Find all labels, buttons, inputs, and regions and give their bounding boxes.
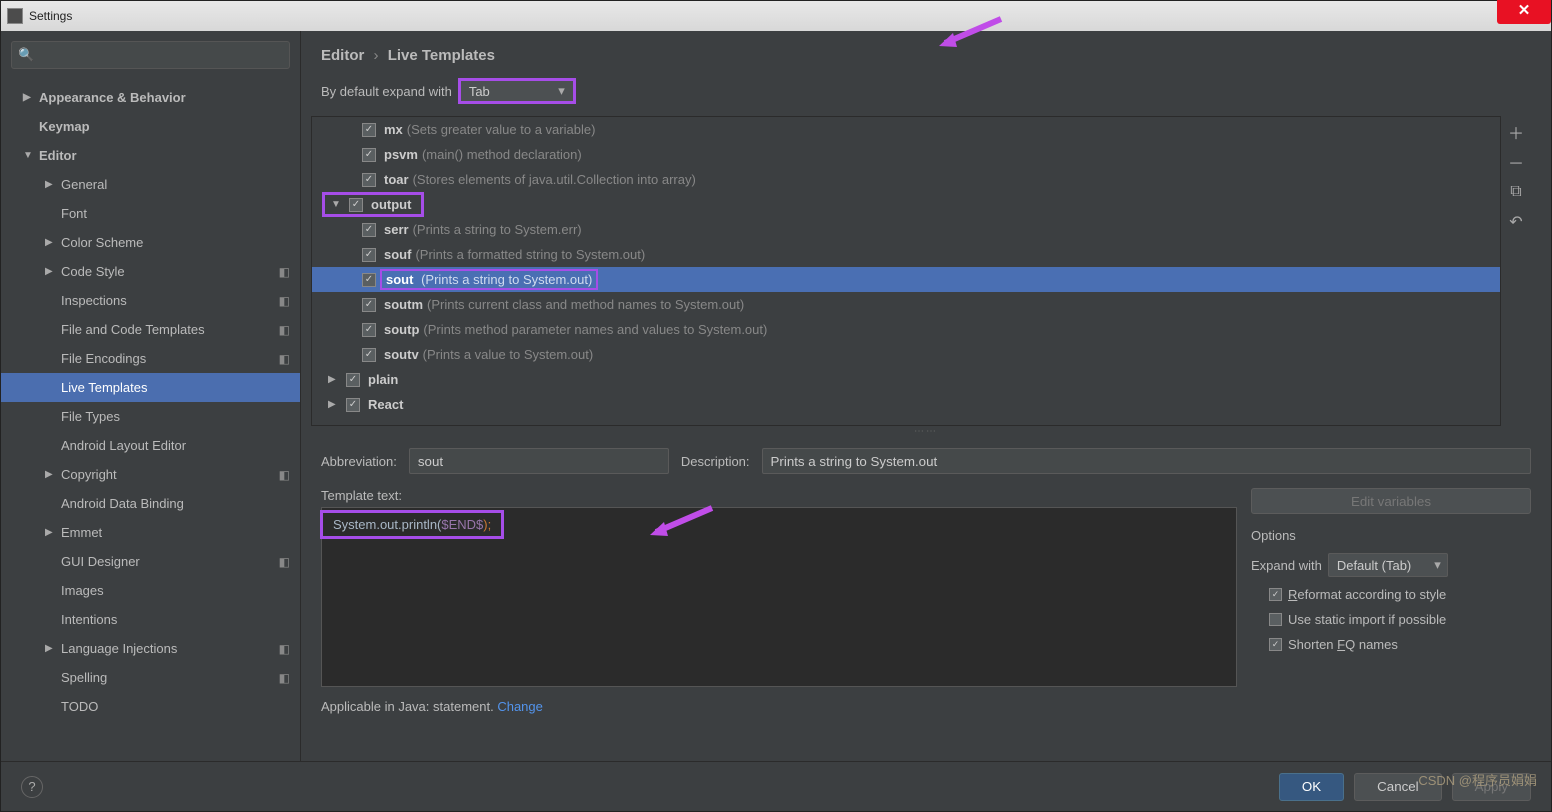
sidebar-item-live-templates[interactable]: Live Templates [1,373,300,402]
annotation-arrow-2 [642,502,722,545]
template-row-plain[interactable]: ▶plain [312,367,1500,392]
settings-tree[interactable]: ▶Appearance & BehaviorKeymap▼Editor▶Gene… [1,79,300,761]
sidebar-item-copyright[interactable]: ▶Copyright◧ [1,460,300,489]
close-button[interactable]: ✕ [1497,0,1551,24]
template-text-editor[interactable]: System.out.println($END$); [321,507,1237,687]
expand-label: By default expand with [321,84,452,99]
template-toolbar: ＋ － ⧉ ↶ [1501,116,1531,426]
sidebar-item-file-encodings[interactable]: File Encodings◧ [1,344,300,373]
template-checkbox[interactable] [362,323,376,337]
template-checkbox[interactable] [362,223,376,237]
template-tree[interactable]: mx (Sets greater value to a variable)psv… [311,116,1501,426]
template-row-soutm[interactable]: soutm (Prints current class and method n… [312,292,1500,317]
sidebar-item-language-injections[interactable]: ▶Language Injections◧ [1,634,300,663]
search-input[interactable]: 🔍 [11,41,290,69]
sidebar-item-general[interactable]: ▶General [1,170,300,199]
breadcrumb-1[interactable]: Editor [321,47,364,64]
scope-icon: ◧ [279,555,290,569]
template-checkbox[interactable] [362,123,376,137]
template-row-souf[interactable]: souf (Prints a formatted string to Syste… [312,242,1500,267]
template-checkbox[interactable] [362,248,376,262]
ok-button[interactable]: OK [1279,773,1344,801]
scope-icon: ◧ [279,468,290,482]
template-checkbox[interactable] [362,148,376,162]
splitter-grip[interactable]: ⋯⋯ [301,426,1551,438]
sidebar-item-gui-designer[interactable]: GUI Designer◧ [1,547,300,576]
breadcrumb-2: Live Templates [388,47,495,64]
sidebar-item-color-scheme[interactable]: ▶Color Scheme [1,228,300,257]
template-row-psvm[interactable]: psvm (main() method declaration) [312,142,1500,167]
edit-variables-button[interactable]: Edit variables [1251,488,1531,514]
template-checkbox[interactable] [362,173,376,187]
dialog-footer: ? OK Cancel Apply [1,761,1551,811]
sidebar-item-file-and-code-templates[interactable]: File and Code Templates◧ [1,315,300,344]
template-row-sout[interactable]: sout (Prints a string to System.out) [312,267,1500,292]
template-row-soutv[interactable]: soutv (Prints a value to System.out) [312,342,1500,367]
main-panel: Editor › Live Templates By default expan… [301,31,1551,761]
sidebar-item-file-types[interactable]: File Types [1,402,300,431]
scope-icon: ◧ [279,671,290,685]
template-row-serr[interactable]: serr (Prints a string to System.err) [312,217,1500,242]
shorten-fq-checkbox[interactable] [1269,638,1282,651]
scope-icon: ◧ [279,323,290,337]
sidebar-item-inspections[interactable]: Inspections◧ [1,286,300,315]
template-checkbox[interactable] [346,373,360,387]
scope-icon: ◧ [279,265,290,279]
expand-with-option-dropdown[interactable]: Default (Tab) [1328,553,1448,577]
template-checkbox[interactable] [362,298,376,312]
static-import-checkbox[interactable] [1269,613,1282,626]
template-checkbox[interactable] [349,198,363,212]
expand-with-label: Expand with [1251,558,1322,573]
expand-with-dropdown[interactable]: Tab [458,78,576,104]
template-row-toar[interactable]: toar (Stores elements of java.util.Colle… [312,167,1500,192]
applicable-context: Applicable in Java: statement. Change [301,695,1551,724]
revert-icon[interactable]: ↶ [1506,212,1526,232]
description-input[interactable] [762,448,1531,474]
abbrev-label: Abbreviation: [321,454,397,469]
window-title: Settings [29,9,72,23]
help-button[interactable]: ? [21,776,43,798]
abbreviation-input[interactable] [409,448,669,474]
template-row-output[interactable]: ▼output [312,192,1500,217]
sidebar-item-android-layout-editor[interactable]: Android Layout Editor [1,431,300,460]
search-icon: 🔍 [18,47,34,63]
options-title: Options [1251,528,1531,543]
template-checkbox[interactable] [362,348,376,362]
sidebar-item-android-data-binding[interactable]: Android Data Binding [1,489,300,518]
sidebar-item-font[interactable]: Font [1,199,300,228]
sidebar-item-spelling[interactable]: Spelling◧ [1,663,300,692]
sidebar-item-editor[interactable]: ▼Editor [1,141,300,170]
desc-label: Description: [681,454,750,469]
sidebar-item-images[interactable]: Images [1,576,300,605]
scope-icon: ◧ [279,352,290,366]
template-row-soutp[interactable]: soutp (Prints method parameter names and… [312,317,1500,342]
template-checkbox[interactable] [362,273,376,287]
sidebar-item-intentions[interactable]: Intentions [1,605,300,634]
sidebar: 🔍 ▶Appearance & BehaviorKeymap▼Editor▶Ge… [1,31,301,761]
copy-icon[interactable]: ⧉ [1506,182,1526,202]
titlebar: Settings ✕ [1,1,1551,31]
app-icon [7,8,23,24]
remove-icon[interactable]: － [1506,152,1526,172]
watermark: CSDN @程序员娟娟 [1418,770,1537,789]
template-text-label: Template text: [321,488,1237,503]
scope-icon: ◧ [279,294,290,308]
template-row-React[interactable]: ▶React [312,392,1500,417]
sidebar-item-appearance-behavior[interactable]: ▶Appearance & Behavior [1,83,300,112]
reformat-checkbox[interactable] [1269,588,1282,601]
sidebar-item-code-style[interactable]: ▶Code Style◧ [1,257,300,286]
sidebar-item-emmet[interactable]: ▶Emmet [1,518,300,547]
breadcrumb: Editor › Live Templates [301,31,1551,72]
add-icon[interactable]: ＋ [1506,122,1526,142]
template-row-mx[interactable]: mx (Sets greater value to a variable) [312,117,1500,142]
scope-icon: ◧ [279,642,290,656]
sidebar-item-todo[interactable]: TODO [1,692,300,721]
change-context-link[interactable]: Change [497,699,543,714]
sidebar-item-keymap[interactable]: Keymap [1,112,300,141]
template-checkbox[interactable] [346,398,360,412]
